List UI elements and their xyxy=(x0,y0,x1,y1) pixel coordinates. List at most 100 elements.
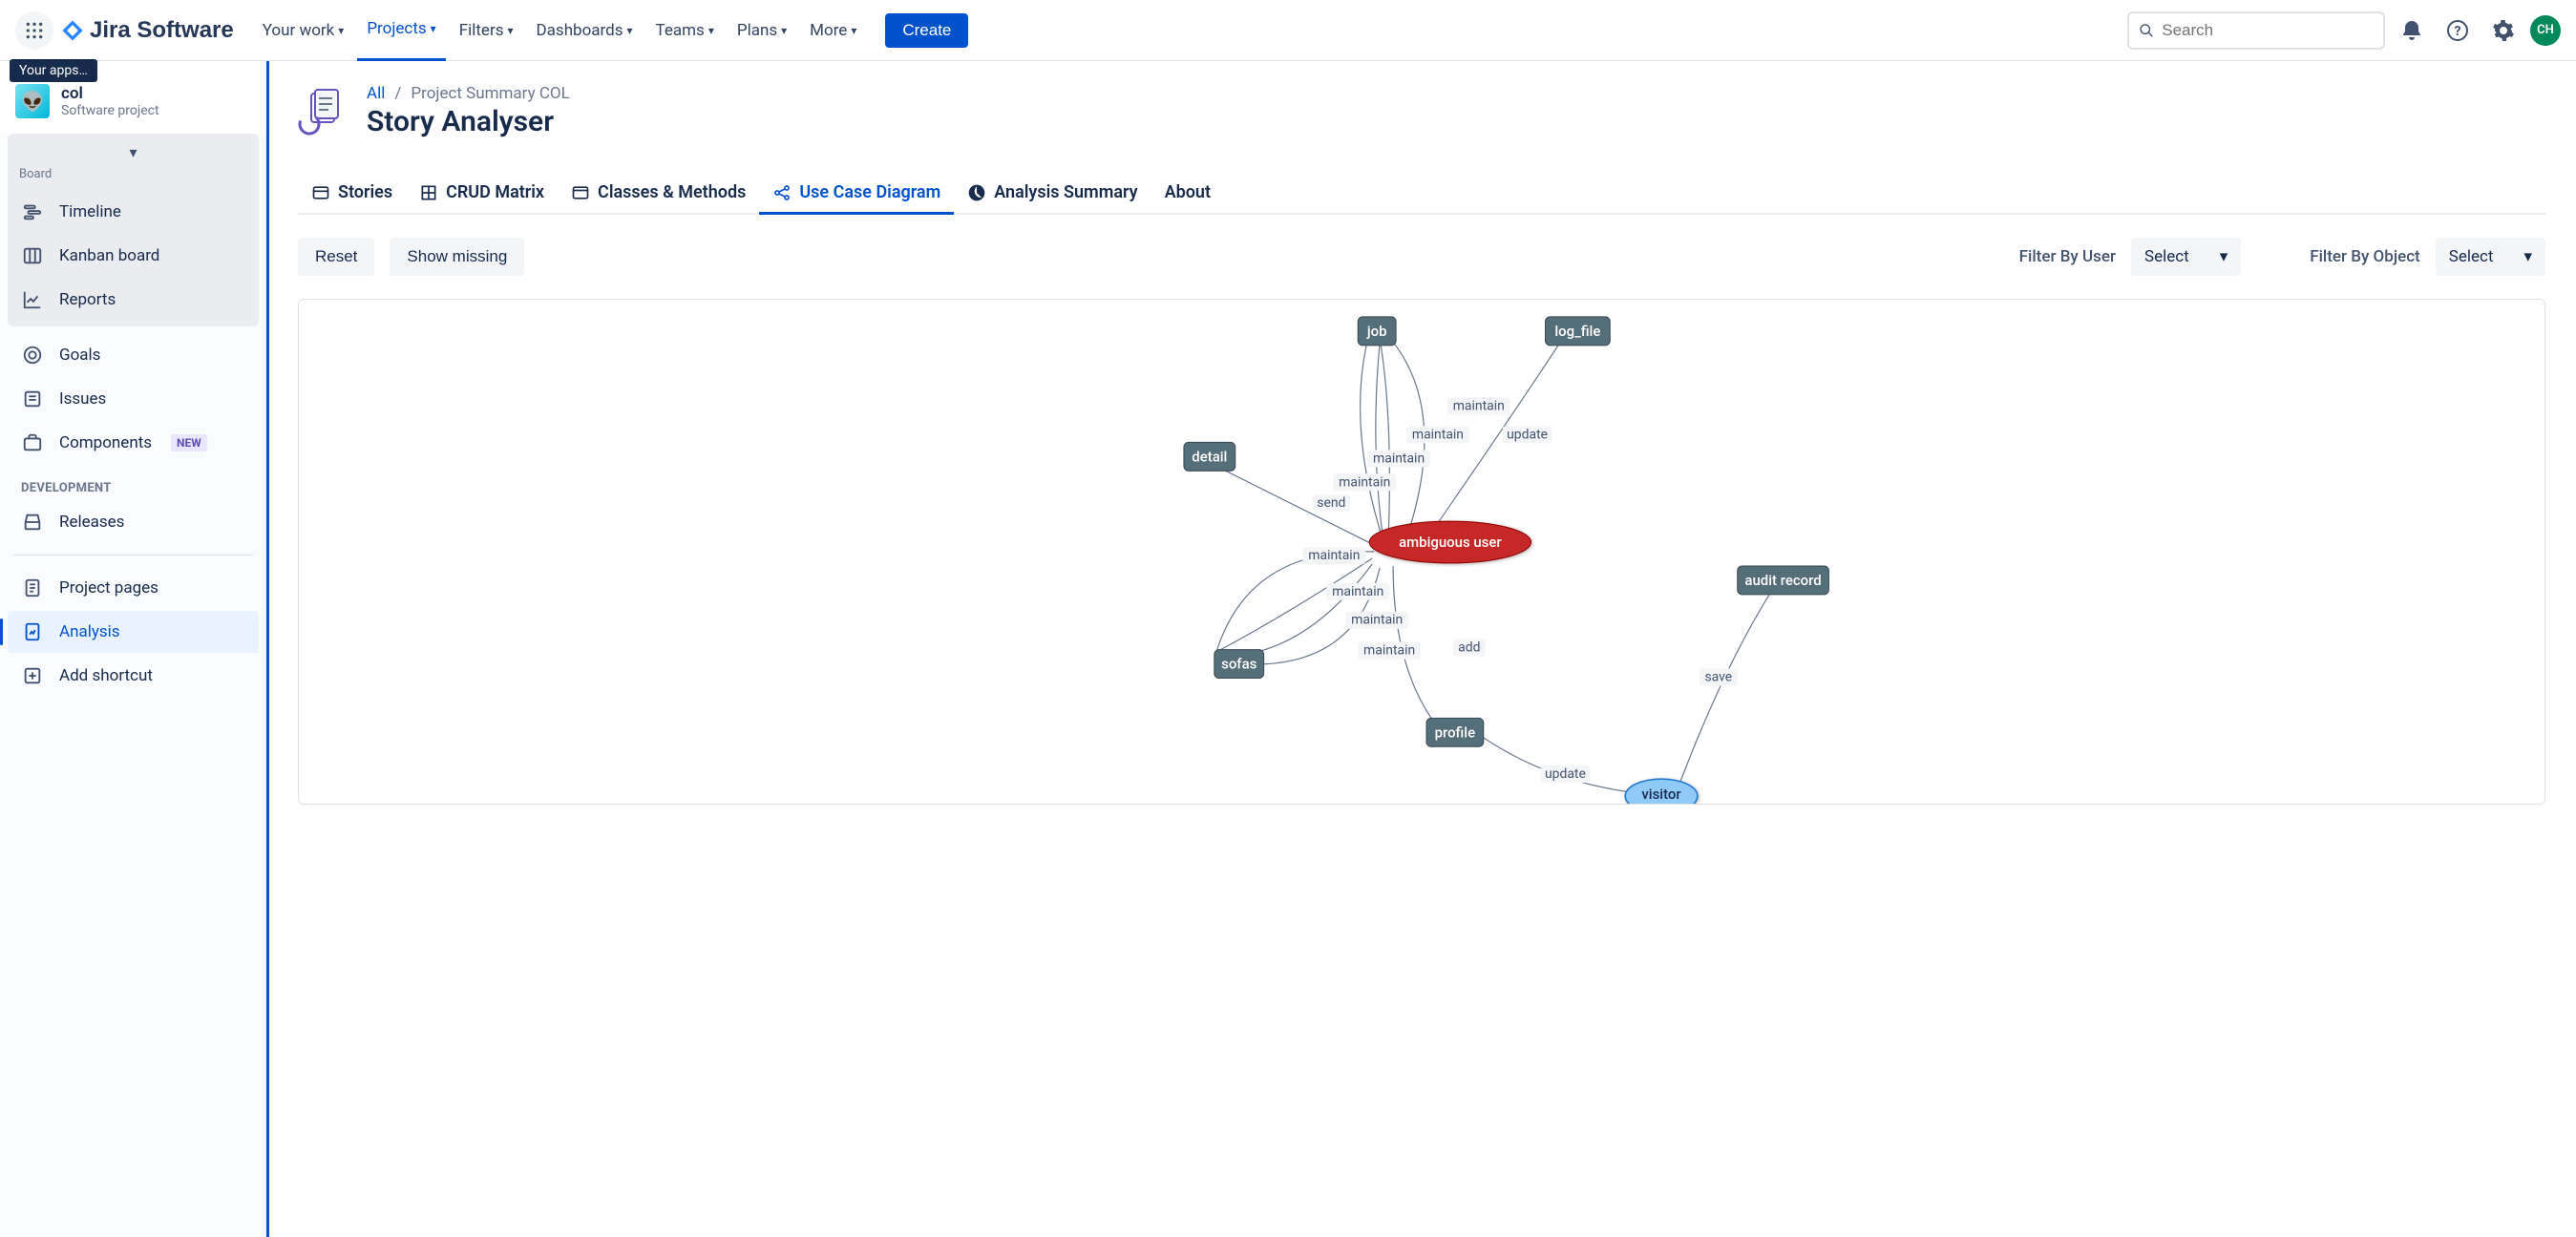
filter-by-user-label: Filter By User xyxy=(2019,247,2116,266)
svg-text:job: job xyxy=(1366,323,1387,340)
nav-items: Your work▾ Projects▾ Filters▾ Dashboards… xyxy=(253,0,867,61)
pages-icon xyxy=(21,577,44,599)
timeline-icon xyxy=(21,200,44,223)
svg-text:visitor: visitor xyxy=(1641,786,1681,803)
svg-text:maintain: maintain xyxy=(1351,613,1403,628)
node-sofas[interactable]: sofas xyxy=(1214,650,1264,679)
filter-object-select[interactable]: Select ▾ xyxy=(2436,238,2545,276)
board-group: ▾ Board Timeline Kanban board Reports xyxy=(8,134,259,326)
sidebar-item-add-shortcut[interactable]: Add shortcut xyxy=(8,655,259,697)
user-avatar[interactable]: CH xyxy=(2530,15,2561,46)
sidebar-label: Components xyxy=(59,433,152,452)
svg-text:maintain: maintain xyxy=(1308,548,1360,563)
tab-about[interactable]: About xyxy=(1151,173,1224,215)
search-icon xyxy=(2139,22,2154,39)
svg-text:maintain: maintain xyxy=(1453,399,1505,414)
chevron-down-icon: ▾ xyxy=(2523,247,2532,266)
nav-your-work[interactable]: Your work▾ xyxy=(253,15,354,46)
svg-text:add: add xyxy=(1458,640,1480,656)
app-switcher-icon[interactable] xyxy=(15,11,53,50)
settings-icon[interactable] xyxy=(2484,11,2523,50)
node-log-file[interactable]: log_file xyxy=(1546,317,1611,346)
node-visitor[interactable]: visitor xyxy=(1625,779,1698,804)
sidebar-item-kanban[interactable]: Kanban board xyxy=(8,235,259,277)
edge-label: save xyxy=(1700,669,1738,686)
board-icon xyxy=(21,244,44,267)
edge-label: update xyxy=(1541,765,1591,783)
notifications-icon[interactable] xyxy=(2393,11,2431,50)
breadcrumb-current: Project Summary COL xyxy=(411,84,569,103)
sidebar-item-components[interactable]: Components NEW xyxy=(8,422,259,464)
edge-label: update xyxy=(1503,426,1552,443)
node-profile[interactable]: profile xyxy=(1426,718,1484,746)
chevron-down-icon: ▾ xyxy=(338,24,344,37)
svg-text:maintain: maintain xyxy=(1373,451,1425,466)
project-name: col xyxy=(61,84,159,103)
svg-text:maintain: maintain xyxy=(1339,474,1390,490)
edge-label: maintain xyxy=(1406,426,1469,443)
sidebar-item-releases[interactable]: Releases xyxy=(8,501,259,543)
nav-plans[interactable]: Plans▾ xyxy=(728,15,796,46)
goals-icon xyxy=(21,344,44,367)
edge-label: maintain xyxy=(1345,612,1408,629)
sidebar-label: Project pages xyxy=(59,578,158,598)
tab-classes-methods[interactable]: Classes & Methods xyxy=(558,173,759,215)
sidebar-item-goals[interactable]: Goals xyxy=(8,334,259,376)
tabs: Stories CRUD Matrix Classes & Methods Us… xyxy=(298,173,2545,215)
edge-label: maintain xyxy=(1367,450,1430,467)
nav-teams[interactable]: Teams▾ xyxy=(646,15,724,46)
nav-projects[interactable]: Projects▾ xyxy=(357,0,445,61)
sidebar-item-project-pages[interactable]: Project pages xyxy=(8,567,259,609)
nav-dashboards[interactable]: Dashboards▾ xyxy=(527,15,643,46)
edge-label: maintain xyxy=(1447,398,1510,415)
tab-stories[interactable]: Stories xyxy=(298,173,406,215)
add-shortcut-icon xyxy=(21,664,44,687)
create-button[interactable]: Create xyxy=(885,13,968,48)
reset-button[interactable]: Reset xyxy=(298,238,374,276)
board-header[interactable]: ▾ xyxy=(8,137,259,167)
jira-logo[interactable]: Jira Software xyxy=(61,17,234,44)
node-detail[interactable]: detail xyxy=(1184,442,1235,471)
nav-filters[interactable]: Filters▾ xyxy=(450,15,523,46)
development-section-label: DEVELOPMENT xyxy=(8,466,259,499)
logo-text: Jira Software xyxy=(90,17,234,44)
edge-label: maintain xyxy=(1358,642,1421,660)
page-header: All / Project Summary COL Story Analyser xyxy=(267,61,2576,150)
svg-text:log_file: log_file xyxy=(1554,323,1600,340)
sidebar-label: Reports xyxy=(59,290,116,309)
node-job[interactable]: job xyxy=(1358,317,1396,346)
chevron-down-icon: ▾ xyxy=(507,24,513,37)
help-icon[interactable]: ? xyxy=(2439,11,2477,50)
board-label: Board xyxy=(8,167,259,189)
search-input[interactable] xyxy=(2162,21,2374,40)
search-box[interactable] xyxy=(2127,11,2385,50)
tab-crud-matrix[interactable]: CRUD Matrix xyxy=(406,173,558,215)
chevron-down-icon: ▾ xyxy=(627,24,633,37)
filter-user-select[interactable]: Select ▾ xyxy=(2131,238,2241,276)
breadcrumb-all[interactable]: All xyxy=(367,84,385,103)
sidebar-label: Issues xyxy=(59,389,106,409)
filter-by-object-label: Filter By Object xyxy=(2310,247,2420,266)
tab-use-case-diagram[interactable]: Use Case Diagram xyxy=(759,173,954,215)
sidebar-item-analysis[interactable]: Analysis xyxy=(8,611,259,653)
node-ambiguous-user[interactable]: ambiguous user xyxy=(1369,521,1531,563)
issues-icon xyxy=(21,388,44,410)
tab-analysis-summary[interactable]: Analysis Summary xyxy=(954,173,1151,215)
use-case-diagram[interactable]: maintain maintain maintain maintain upda… xyxy=(298,299,2545,805)
sidebar-item-timeline[interactable]: Timeline xyxy=(8,191,259,233)
pie-icon xyxy=(967,183,986,202)
sidebar-item-issues[interactable]: Issues xyxy=(8,378,259,420)
sidebar-label: Add shortcut xyxy=(59,666,153,685)
toolbar: Reset Show missing Filter By User Select… xyxy=(267,215,2576,299)
svg-text:detail: detail xyxy=(1192,448,1227,465)
node-audit-record[interactable]: audit record xyxy=(1738,566,1829,595)
show-missing-button[interactable]: Show missing xyxy=(390,238,524,276)
releases-icon xyxy=(21,511,44,534)
breadcrumb-separator: / xyxy=(394,84,401,103)
svg-text:profile: profile xyxy=(1435,723,1476,741)
reports-icon xyxy=(21,288,44,311)
sidebar-item-reports[interactable]: Reports xyxy=(8,279,259,321)
list-icon xyxy=(311,183,330,202)
project-type: Software project xyxy=(61,103,159,118)
nav-more[interactable]: More▾ xyxy=(800,15,866,46)
